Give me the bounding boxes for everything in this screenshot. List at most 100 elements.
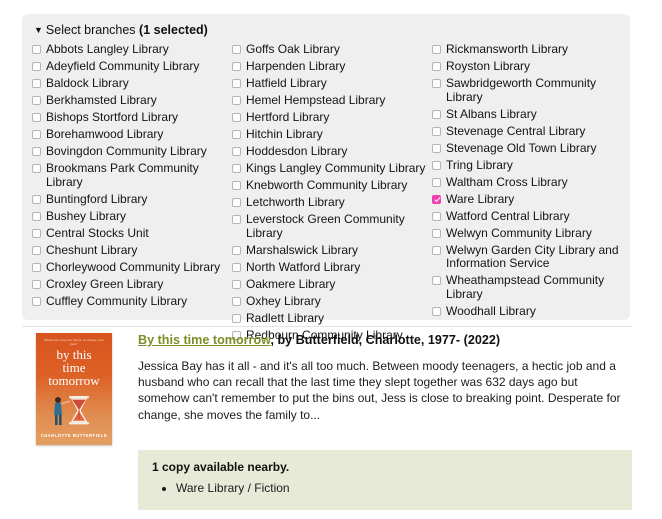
branch-checkbox-item[interactable]: Bovingdon Community Library [32,144,232,159]
branch-checkbox-item[interactable]: Baldock Library [32,76,232,91]
branch-checkbox-item[interactable]: Hoddesdon Library [232,144,432,159]
checkbox-icon[interactable] [432,228,441,238]
branch-label: Woodhall Library [446,303,536,318]
branch-checkbox-item[interactable]: Radlett Library [232,311,432,326]
checkbox-icon[interactable] [232,147,241,156]
checkbox-icon[interactable] [32,211,41,221]
book-cover-image[interactable]: Would you risk your future to change you… [36,333,112,445]
branch-checkbox-item[interactable]: Letchworth Library [232,195,432,210]
checkbox-icon[interactable] [432,109,441,119]
checkbox-icon[interactable] [232,262,241,272]
checkbox-icon[interactable] [232,296,241,306]
checkbox-icon[interactable] [232,164,241,173]
branch-checkbox-item[interactable]: Buntingford Library [32,192,232,207]
checkbox-icon[interactable] [432,276,441,285]
branch-checkbox-item[interactable]: Oxhey Library [232,294,432,309]
branch-checkbox-item[interactable]: Croxley Green Library [32,277,232,292]
checkbox-icon[interactable] [232,62,241,71]
branch-checkbox-item[interactable]: Ware Library [432,192,628,207]
branch-checkbox-item[interactable]: Hertford Library [232,110,432,125]
branch-checkbox-item[interactable]: Brookmans Park Community Library [32,161,232,189]
checkbox-checked-icon[interactable] [432,194,441,204]
checkbox-icon[interactable] [232,45,241,54]
branch-checkbox-item[interactable]: Woodhall Library [432,303,628,319]
branch-checkbox-item[interactable]: Stevenage Old Town Library [432,141,628,156]
checkbox-icon[interactable] [232,245,241,255]
branch-checkbox-item[interactable]: Borehamwood Library [32,127,232,142]
checkbox-icon[interactable] [32,96,41,105]
branch-checkbox-item[interactable]: Knebworth Community Library [232,178,432,193]
branch-checkbox-item[interactable]: Hitchin Library [232,127,432,142]
branch-checkbox-item[interactable]: Abbots Langley Library [32,42,232,57]
branch-checkbox-item[interactable]: Marshalswick Library [232,243,432,258]
checkbox-icon[interactable] [32,296,41,306]
result-title-link[interactable]: By this time tomorrow [138,333,270,347]
checkbox-icon[interactable] [32,194,41,204]
checkbox-icon[interactable] [32,164,41,173]
checkbox-icon[interactable] [32,147,41,156]
collapse-caret-icon[interactable]: ▼ [34,23,43,37]
branch-checkbox-item[interactable]: Wheathampstead Community Library [432,273,628,301]
branch-checkbox-item[interactable]: Cuffley Community Library [32,294,232,309]
checkbox-icon[interactable] [432,211,441,221]
branch-filter-header[interactable]: ▼ Select branches (1 selected) [34,23,620,38]
branch-checkbox-item[interactable]: Goffs Oak Library [232,42,432,57]
checkbox-icon[interactable] [432,160,441,170]
branch-checkbox-item[interactable]: Watford Central Library [432,209,628,224]
checkbox-icon[interactable] [32,245,41,255]
branch-label: Bovingdon Community Library [46,144,207,158]
checkbox-icon[interactable] [232,279,241,289]
checkbox-icon[interactable] [32,113,41,122]
branch-checkbox-item[interactable]: Berkhamsted Library [32,93,232,108]
branch-checkbox-item[interactable]: Cheshunt Library [32,243,232,258]
branch-label: Sawbridgeworth Community Library [446,76,597,104]
checkbox-icon[interactable] [32,228,41,238]
checkbox-icon[interactable] [232,113,241,122]
branch-checkbox-item[interactable]: Waltham Cross Library [432,175,628,190]
checkbox-icon[interactable] [432,245,441,255]
branch-checkbox-item[interactable]: Central Stocks Unit [32,226,232,241]
checkbox-icon[interactable] [432,306,441,316]
branch-filter-panel: ▼ Select branches (1 selected) Abbots Lan… [22,14,630,341]
checkbox-icon[interactable] [232,215,241,224]
branch-checkbox-item[interactable]: Sawbridgeworth Community Library [432,76,628,104]
branch-checkbox-item[interactable]: Bushey Library [32,209,232,224]
checkbox-icon[interactable] [432,126,441,136]
branch-checkbox-item[interactable]: North Watford Library [232,260,432,275]
branch-checkbox-item[interactable]: Adeyfield Community Library [32,59,232,74]
checkbox-icon[interactable] [432,177,441,187]
branch-checkbox-item[interactable]: Royston Library [432,59,628,74]
checkbox-icon[interactable] [432,143,441,153]
branch-checkbox-item[interactable]: Kings Langley Community Library [232,161,432,176]
checkbox-icon[interactable] [32,262,41,272]
branch-checkbox-item[interactable]: Harpenden Library [232,59,432,74]
branch-checkbox-item[interactable]: Stevenage Central Library [432,124,628,139]
checkbox-icon[interactable] [32,45,41,54]
checkbox-icon[interactable] [32,62,41,71]
branch-checkbox-item[interactable]: Hemel Hempstead Library [232,93,432,108]
checkbox-icon[interactable] [432,62,441,71]
branch-checkbox-item[interactable]: Chorleywood Community Library [32,260,232,275]
branch-checkbox-item[interactable]: Welwyn Garden City Library and Informati… [432,243,628,271]
checkbox-icon[interactable] [232,181,241,190]
checkbox-icon[interactable] [32,279,41,289]
checkbox-icon[interactable] [232,96,241,105]
branch-label: Harpenden Library [246,59,346,73]
branch-checkbox-item[interactable]: Rickmansworth Library [432,42,628,57]
branch-label: Hertford Library [246,110,330,124]
branch-checkbox-item[interactable]: Oakmere Library [232,277,432,292]
branch-checkbox-item[interactable]: Hatfield Library [232,76,432,91]
branch-checkbox-item[interactable]: Bishops Stortford Library [32,110,232,125]
branch-checkbox-item[interactable]: St Albans Library [432,107,628,122]
checkbox-icon[interactable] [432,79,441,88]
checkbox-icon[interactable] [32,79,41,88]
checkbox-icon[interactable] [32,130,41,139]
branch-checkbox-item[interactable]: Leverstock Green Community Library [232,212,432,240]
checkbox-icon[interactable] [232,198,241,207]
checkbox-icon[interactable] [232,79,241,88]
checkbox-icon[interactable] [432,45,441,54]
checkbox-icon[interactable] [232,313,241,323]
branch-checkbox-item[interactable]: Tring Library [432,158,628,173]
branch-checkbox-item[interactable]: Welwyn Community Library [432,226,628,241]
checkbox-icon[interactable] [232,130,241,139]
